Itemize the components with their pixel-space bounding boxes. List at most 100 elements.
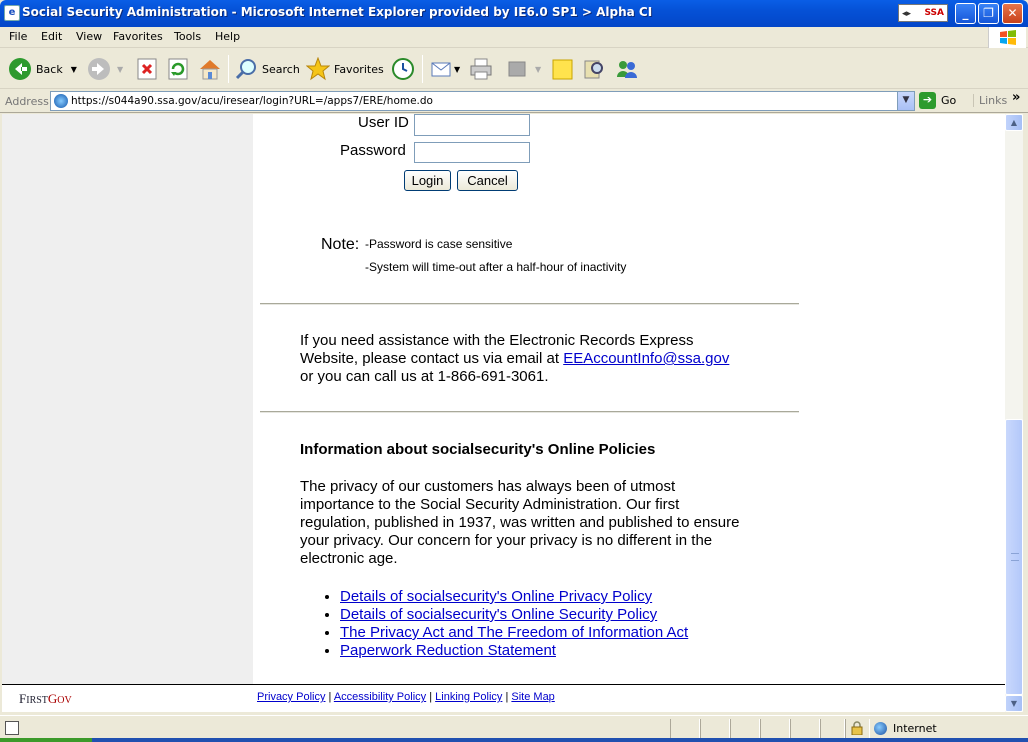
home-button[interactable]: [198, 55, 222, 83]
policies-body-line: importance to the Social Security Admini…: [300, 496, 680, 513]
cancel-button[interactable]: Cancel: [457, 170, 518, 191]
status-cell: [670, 719, 700, 739]
menu-view[interactable]: View: [76, 30, 102, 43]
note-line-1: -Password is case sensitive: [365, 237, 513, 251]
menu-file[interactable]: File: [9, 30, 27, 43]
print-button[interactable]: [469, 55, 493, 83]
forward-arrow-icon: [88, 58, 110, 80]
edit-dropdown-icon[interactable]: ▼: [535, 65, 541, 74]
note-label: Note:: [321, 236, 360, 253]
mail-button[interactable]: ▼: [430, 55, 460, 83]
refresh-button[interactable]: [166, 55, 190, 83]
status-cell: [790, 719, 820, 739]
favorites-button[interactable]: Favorites: [306, 55, 384, 83]
policies-body-line: regulation, published in 1937, was writt…: [300, 514, 740, 531]
menu-favorites[interactable]: Favorites: [113, 30, 163, 43]
address-url[interactable]: https://s044a90.ssa.gov/acu/iresear/logi…: [71, 95, 433, 107]
links-chevron-icon[interactable]: »: [1012, 90, 1020, 105]
menu-edit[interactable]: Edit: [41, 30, 62, 43]
user-id-input[interactable]: [414, 114, 530, 136]
messenger-icon: [617, 61, 637, 78]
footer-linking-link[interactable]: Linking Policy: [435, 691, 502, 703]
go-label: Go: [941, 94, 957, 107]
footer-privacy-link[interactable]: Privacy Policy: [257, 691, 325, 703]
assistance-line-2-text: Website, please contact us via email at: [300, 350, 564, 367]
back-button[interactable]: Back ▼: [8, 55, 77, 83]
go-arrow-icon: ➔: [919, 92, 936, 109]
footer-separator: |: [325, 691, 334, 703]
policies-body-line: electronic age.: [300, 550, 398, 567]
scroll-down-icon[interactable]: ▼: [1005, 695, 1023, 712]
links-toolbar[interactable]: Links: [973, 94, 1007, 107]
favorites-label: Favorites: [334, 62, 384, 76]
edit-page-icon: [508, 61, 526, 77]
policies-body-line: your privacy. Our concern for your priva…: [300, 532, 713, 549]
history-button[interactable]: [391, 55, 415, 83]
user-id-label: User ID: [358, 114, 409, 131]
status-cell: [760, 719, 790, 739]
history-icon: [392, 58, 414, 80]
login-button[interactable]: Login: [404, 170, 451, 191]
back-dropdown-icon[interactable]: ▼: [71, 65, 77, 74]
close-button[interactable]: ✕: [1002, 3, 1023, 24]
policies-heading: Information about socialsecurity's Onlin…: [300, 441, 656, 458]
privacy-act-link[interactable]: The Privacy Act and The Freedom of Infor…: [340, 624, 688, 641]
list-item: Paperwork Reduction Statement: [340, 642, 688, 660]
password-input[interactable]: [414, 142, 530, 163]
scroll-thumb[interactable]: [1005, 419, 1023, 695]
security-zone-label: Internet: [893, 722, 937, 735]
mail-dropdown-icon[interactable]: ▼: [454, 65, 460, 74]
discuss-button[interactable]: [551, 55, 575, 83]
messenger-button[interactable]: [615, 55, 639, 83]
email-link[interactable]: EEAccountInfo@ssa.gov: [563, 350, 729, 367]
restore-button[interactable]: ❐: [978, 3, 999, 24]
page-viewport: User ID Password Login Cancel Note: -Pas…: [0, 114, 1005, 712]
list-item: Details of socialsecurity's Online Priva…: [340, 588, 688, 606]
menu-help[interactable]: Help: [215, 30, 240, 43]
ie-icon[interactable]: e: [4, 5, 20, 21]
stop-button[interactable]: [135, 55, 159, 83]
address-bar: Address https://s044a90.ssa.gov/acu/ires…: [0, 90, 1028, 113]
vertical-scrollbar[interactable]: ▲ ▼: [1005, 114, 1023, 712]
security-policy-link[interactable]: Details of socialsecurity's Online Secur…: [340, 606, 657, 623]
edit-button[interactable]: ▼: [505, 55, 541, 83]
menu-bar: File Edit View Favorites Tools Help: [0, 27, 1028, 48]
address-dropdown-icon[interactable]: ▼: [897, 92, 914, 110]
lock-icon[interactable]: [851, 721, 863, 735]
forward-dropdown-icon[interactable]: ▼: [117, 65, 123, 74]
forward-button[interactable]: ▼: [87, 55, 123, 83]
taskbar-edge: [0, 738, 1028, 742]
mail-icon: [431, 62, 451, 77]
menu-tools[interactable]: Tools: [174, 30, 201, 43]
divider: [260, 303, 799, 305]
status-cell: [730, 719, 760, 739]
paperwork-reduction-link[interactable]: Paperwork Reduction Statement: [340, 642, 556, 659]
footer-sitemap-link[interactable]: Site Map: [511, 691, 554, 703]
page-footer: FIRSTGOV Privacy Policy | Accessibility …: [2, 684, 1005, 712]
minimize-button[interactable]: _: [955, 3, 976, 24]
left-column: [2, 114, 253, 684]
scroll-up-icon[interactable]: ▲: [1005, 114, 1023, 131]
go-button[interactable]: ➔ Go: [919, 92, 956, 109]
address-label: Address: [5, 95, 49, 108]
list-item: The Privacy Act and The Freedom of Infor…: [340, 624, 688, 642]
internet-zone-icon: [874, 722, 887, 735]
search-label: Search: [262, 62, 300, 76]
research-button[interactable]: [582, 55, 606, 83]
privacy-policy-link[interactable]: Details of socialsecurity's Online Priva…: [340, 588, 652, 605]
windows-logo-icon: [988, 27, 1026, 48]
note-icon: [552, 59, 573, 80]
footer-separator: |: [426, 691, 436, 703]
search-icon: [235, 59, 256, 80]
divider: [260, 411, 799, 413]
window-border: [1023, 114, 1028, 712]
address-input[interactable]: https://s044a90.ssa.gov/acu/iresear/logi…: [50, 91, 915, 111]
page-status-icon: [5, 721, 19, 735]
firstgov-logo[interactable]: FIRSTGOV: [19, 691, 72, 707]
standard-toolbar: Back ▼ ▼ Search Favorites ▼ ▼: [0, 49, 1028, 89]
research-icon: [584, 60, 603, 79]
search-button[interactable]: Search: [234, 55, 300, 83]
assistance-line-1: If you need assistance with the Electron…: [300, 332, 694, 349]
footer-accessibility-link[interactable]: Accessibility Policy: [334, 691, 426, 703]
list-item: Details of socialsecurity's Online Secur…: [340, 606, 688, 624]
